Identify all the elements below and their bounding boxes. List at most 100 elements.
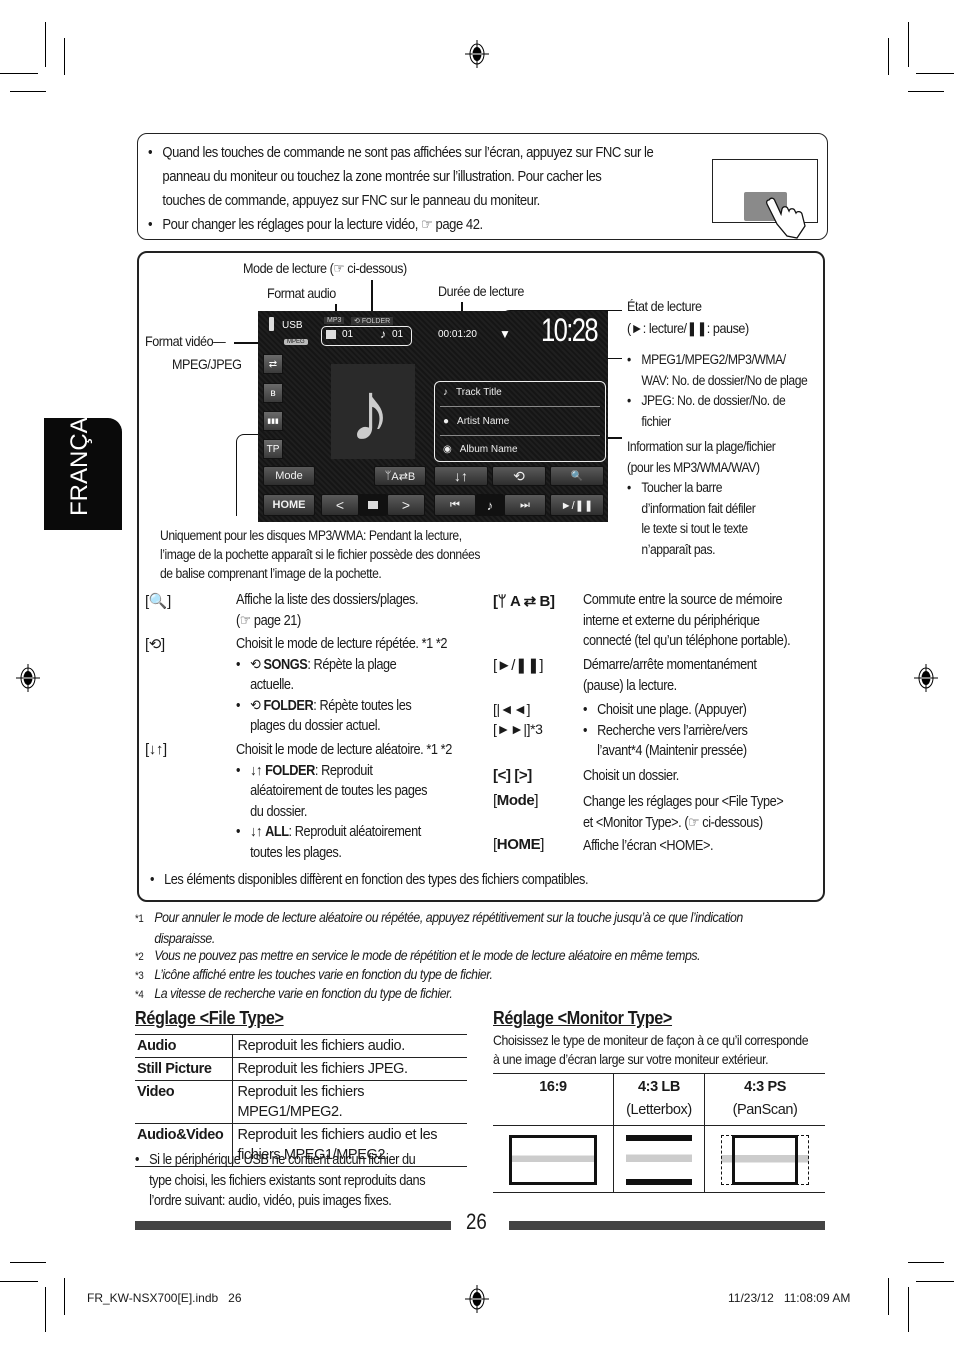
key-prev-track: [|◄◄] bbox=[493, 701, 531, 717]
audio-format-indicator: MP3 bbox=[324, 317, 345, 324]
registration-mark-icon bbox=[16, 664, 40, 692]
divider bbox=[440, 406, 600, 407]
crop-mark bbox=[64, 1278, 65, 1315]
prev-folder-button[interactable]: < bbox=[321, 494, 359, 516]
repeat-button[interactable]: ⟲ bbox=[492, 466, 546, 486]
key-ab-switch: [ᛘ A ⇄ B] bbox=[493, 593, 555, 610]
monitor-type-heading: Réglage <Monitor Type> bbox=[493, 1008, 673, 1028]
search-button[interactable]: 🔍 bbox=[550, 466, 604, 486]
touch-area-illustration bbox=[712, 159, 818, 239]
bluetooth-button[interactable]: ʙ bbox=[263, 383, 283, 403]
next-track-button[interactable]: ⏭ bbox=[504, 494, 546, 516]
file-type-button[interactable]: ♪ bbox=[476, 494, 504, 516]
source-switch-button[interactable]: ⇄ bbox=[263, 354, 283, 374]
desc-mode: Change les réglages pour <File Type> et … bbox=[583, 794, 784, 831]
artist-name: Artist Name bbox=[457, 416, 510, 427]
crop-mark bbox=[908, 22, 909, 67]
page-number: 26 bbox=[466, 1209, 487, 1234]
table-row: Video Reproduit les fichiers MPEG1/MPEG2. bbox=[135, 1080, 467, 1124]
print-timestamp: 11/23/12 11:08:09 AM bbox=[728, 1291, 851, 1305]
folder-track-number: 01 ♪ 01 bbox=[321, 326, 412, 346]
equalizer-button[interactable]: ▮▮▮ bbox=[263, 411, 283, 431]
top-note-text: • Quand les touches de commande ne sont p… bbox=[148, 145, 654, 233]
prev-track-button[interactable]: ⏮ bbox=[434, 494, 476, 516]
source-label: USB bbox=[282, 320, 303, 331]
monitor-letterbox-illustration bbox=[625, 1135, 692, 1185]
callout-video-format: Format vidéo— bbox=[145, 333, 226, 349]
language-label: FRANÇAIS bbox=[66, 394, 93, 516]
video-format-badge: MPEG bbox=[284, 339, 308, 345]
repeat-mode-indicator: ⟲ FOLDER bbox=[351, 317, 394, 325]
note-icon: ♪ bbox=[380, 327, 386, 341]
crop-mark bbox=[10, 1262, 46, 1263]
table-row: Audio Reproduit les fichiers audio. bbox=[135, 1034, 467, 1058]
divider bbox=[440, 435, 600, 436]
table-row bbox=[493, 1125, 825, 1193]
top-note-box: • Quand les touches de commande ne sont p… bbox=[137, 133, 828, 240]
desc-home: Affiche l’écran <HOME>. bbox=[583, 838, 714, 854]
key-play-pause: [►/❚❚] bbox=[493, 657, 544, 674]
crop-mark bbox=[0, 1281, 38, 1282]
footnote: *3 L’icône affiché entre les touches vari… bbox=[135, 966, 493, 982]
random-button[interactable]: ↓↑ bbox=[434, 466, 488, 486]
elapsed-time: 00:01:20 bbox=[438, 329, 477, 340]
monitor-16-9-illustration bbox=[508, 1135, 597, 1185]
track-icon: ♪ bbox=[443, 387, 448, 398]
page-bar bbox=[509, 1221, 825, 1230]
crop-mark bbox=[64, 38, 65, 75]
table-row: Still Picture Reproduit les fichiers JPEG… bbox=[135, 1057, 467, 1081]
key-next-track: [►►|]*3 bbox=[493, 721, 543, 737]
print-file-name: FR_KW-NSX700[E].indb 26 bbox=[87, 1291, 242, 1305]
ab-switch-button[interactable]: ᛘ A⇄B bbox=[374, 466, 426, 486]
footnote: *4 La vitesse de recherche varie en fonct… bbox=[135, 985, 453, 1001]
desc-repeat: Choisit le mode de lecture répétée. *1 *… bbox=[236, 636, 448, 734]
desc-folder: Choisit un dossier. bbox=[583, 768, 679, 784]
key-mode: [Mode] bbox=[493, 792, 539, 809]
table-row: 16:9 4:3 LB (Letterbox) 4:3 PS (PanScan) bbox=[493, 1073, 825, 1126]
desc-random: Choisit le mode de lecture aléatoire. *1… bbox=[236, 742, 452, 861]
crop-mark bbox=[888, 1278, 889, 1315]
crop-mark bbox=[916, 73, 954, 74]
callout-playing-time: Durée de lecture bbox=[438, 283, 524, 299]
crop-mark bbox=[908, 1287, 909, 1332]
crop-mark bbox=[888, 38, 889, 75]
registration-mark-icon bbox=[465, 40, 489, 68]
repeat-icon: ⟲ bbox=[148, 636, 162, 653]
footnote: *1 Pour annuler le mode de lecture aléato… bbox=[135, 909, 743, 946]
key-home: [HOME] bbox=[493, 836, 544, 853]
registration-mark-icon bbox=[465, 1285, 489, 1313]
artist-icon: ● bbox=[443, 416, 450, 427]
desc-ab-switch: Commute entre la source de mémoire inter… bbox=[583, 592, 791, 649]
track-title: Track Title bbox=[456, 387, 502, 398]
callout-play-mode: Mode de lecture (☞ ci-dessous) bbox=[243, 260, 407, 276]
home-button[interactable]: HOME bbox=[263, 494, 315, 516]
crop-mark bbox=[45, 1287, 46, 1332]
crop-mark bbox=[916, 1281, 954, 1282]
monitor-type-table: 16:9 4:3 LB (Letterbox) 4:3 PS (PanScan) bbox=[493, 1073, 825, 1193]
monitor-type-intro: Choisissez le type de moniteur de façon … bbox=[493, 1032, 809, 1067]
crop-mark bbox=[0, 73, 38, 74]
file-type-note: • Si le périphérique USB ne contient aucu… bbox=[135, 1152, 426, 1209]
key-random: [↓↑] bbox=[145, 741, 167, 758]
file-type-table: Audio Reproduit les fichiers audio. Still… bbox=[135, 1034, 467, 1167]
callout-audio-format: Format audio bbox=[267, 285, 336, 301]
device-screen: USB MPEG MP3 ⟲ FOLDER 01 ♪ 01 00:01:20 ▼… bbox=[258, 311, 608, 522]
album-name: Album Name bbox=[459, 444, 518, 455]
leader-line bbox=[606, 437, 622, 439]
hand-pointer-icon bbox=[765, 197, 806, 239]
play-pause-button[interactable]: ►/❚❚ bbox=[550, 494, 604, 516]
callout-play-state: État de lecture bbox=[627, 298, 702, 314]
album-icon: ◉ bbox=[443, 444, 452, 455]
crop-mark bbox=[908, 1262, 944, 1263]
folder-list-button[interactable] bbox=[359, 494, 387, 516]
callout-numbers: • MPEG1/MPEG2/MP3/WMA/ WAV: No. de dossie… bbox=[627, 352, 808, 429]
desc-search: Affiche la liste des dossiers/plages. (☞… bbox=[236, 592, 419, 629]
tp-button[interactable]: TP bbox=[263, 439, 283, 459]
track-info-bar[interactable]: ♪ Track Title ● Artist Name ◉ Album Name bbox=[434, 381, 606, 462]
next-folder-button[interactable]: > bbox=[387, 494, 425, 516]
mode-button[interactable]: Mode bbox=[263, 466, 315, 486]
desc-track-skip: • Choisit une plage. (Appuyer) • Recherche… bbox=[583, 702, 748, 759]
callout-play-state-legend: (►: lecture/❚❚: pause) bbox=[627, 320, 749, 336]
key-folder: [<] [>] bbox=[493, 767, 532, 784]
file-type-heading: Réglage <File Type> bbox=[135, 1008, 284, 1028]
